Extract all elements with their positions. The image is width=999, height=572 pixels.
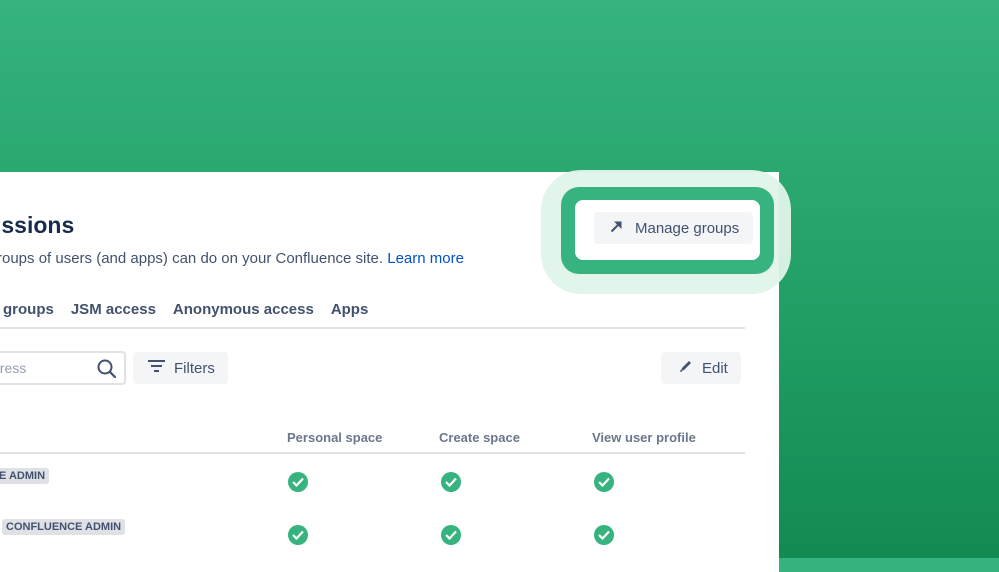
pencil-icon	[679, 359, 693, 377]
group-badge: CONFLUENCE ADMIN	[2, 519, 126, 535]
search-input[interactable]: dress	[0, 351, 126, 385]
group-badge: E ADMIN	[0, 468, 50, 484]
tab-jsm-access[interactable]: JSM access	[71, 301, 156, 327]
edit-label: Edit	[702, 359, 728, 377]
table-row: E ADMIN	[0, 468, 745, 514]
tab-anonymous-access[interactable]: Anonymous access	[173, 301, 314, 327]
page-title: issions	[0, 212, 75, 238]
check-circle-icon	[288, 472, 308, 492]
manage-groups-label: Manage groups	[635, 219, 740, 237]
filter-lines-icon	[148, 359, 165, 377]
filters-label: Filters	[174, 359, 215, 377]
column-personal-space: Personal space	[287, 430, 383, 445]
column-create-space: Create space	[439, 430, 520, 445]
column-view-user-profile: View user profile	[592, 430, 696, 445]
page-description: roups of users (and apps) can do on your…	[0, 250, 464, 267]
filters-button[interactable]: Filters	[133, 352, 228, 384]
manage-groups-button[interactable]: Manage groups	[594, 212, 753, 244]
search-icon[interactable]	[97, 359, 117, 383]
learn-more-link[interactable]: Learn more	[387, 250, 464, 267]
check-circle-icon	[594, 472, 614, 492]
check-circle-icon	[594, 525, 614, 545]
tab-apps[interactable]: Apps	[331, 301, 369, 327]
check-circle-icon	[288, 525, 308, 545]
table-header: Personal space Create space View user pr…	[0, 422, 745, 454]
check-circle-icon	[441, 525, 461, 545]
search-placeholder: dress	[0, 360, 27, 376]
tab-groups[interactable]: groups	[3, 301, 54, 327]
check-circle-icon	[441, 472, 461, 492]
edit-button[interactable]: Edit	[661, 352, 741, 384]
permissions-tabs: groups JSM access Anonymous access Apps	[0, 301, 745, 329]
arrow-up-right-icon	[610, 220, 623, 237]
table-row: CONFLUENCE ADMIN	[0, 519, 745, 565]
